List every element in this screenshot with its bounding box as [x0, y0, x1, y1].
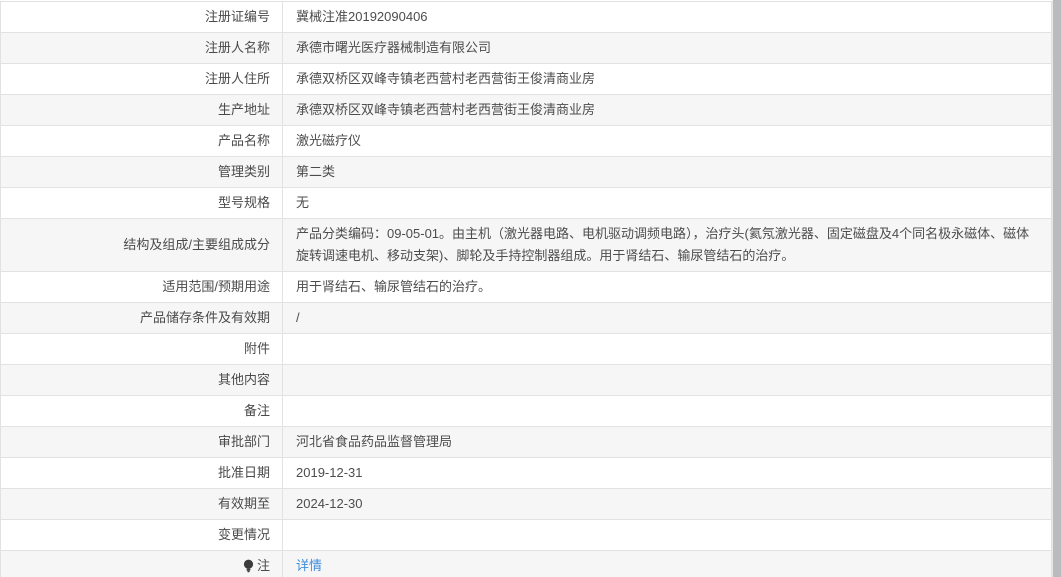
table-row: 变更情况: [1, 520, 1051, 551]
table-row-note: 注 详情: [1, 551, 1051, 577]
row-value: 河北省食品药品监督管理局: [283, 427, 1051, 457]
table-row: 注册证编号 冀械注准20192090406: [1, 2, 1051, 33]
registration-detail-page: 注册证编号 冀械注准20192090406 注册人名称 承德市曙光医疗器械制造有…: [0, 0, 1061, 577]
details-link[interactable]: 详情: [296, 555, 322, 577]
table-row: 适用范围/预期用途 用于肾结石、输尿管结石的治疗。: [1, 272, 1051, 303]
row-value: 第二类: [283, 157, 1051, 187]
row-value: /: [283, 303, 1051, 333]
row-value-text: 产品分类编码：09-05-01。由主机（激光器电路、电机驱动调频电路），治疗头(…: [296, 226, 1030, 263]
table-row: 注册人住所 承德双桥区双峰寺镇老西营村老西营街王俊清商业房: [1, 64, 1051, 95]
row-value-text: 2019-12-31: [296, 465, 363, 480]
row-value: 承德双桥区双峰寺镇老西营村老西营街王俊清商业房: [283, 64, 1051, 94]
row-label: 其他内容: [1, 365, 283, 395]
row-value: [283, 334, 1051, 364]
row-label: 注册证编号: [1, 2, 283, 32]
table-row: 审批部门 河北省食品药品监督管理局: [1, 427, 1051, 458]
row-value-text: 用于肾结石、输尿管结石的治疗。: [296, 279, 492, 294]
row-label: 批准日期: [1, 458, 283, 488]
row-value: 承德市曙光医疗器械制造有限公司: [283, 33, 1051, 63]
row-label: 注册人名称: [1, 33, 283, 63]
row-value: 2019-12-31: [283, 458, 1051, 488]
table-row: 有效期至 2024-12-30: [1, 489, 1051, 520]
registration-detail-table: 注册证编号 冀械注准20192090406 注册人名称 承德市曙光医疗器械制造有…: [0, 1, 1052, 577]
table-row: 注册人名称 承德市曙光医疗器械制造有限公司: [1, 33, 1051, 64]
row-label: 生产地址: [1, 95, 283, 125]
note-label-text: 注: [256, 558, 270, 573]
row-label: 结构及组成/主要组成成分: [1, 219, 283, 271]
row-value: 冀械注准20192090406: [283, 2, 1051, 32]
table-row: 附件: [1, 334, 1051, 365]
row-value: 产品分类编码：09-05-01。由主机（激光器电路、电机驱动调频电路），治疗头(…: [283, 219, 1051, 271]
row-value-text: 承德双桥区双峰寺镇老西营村老西营街王俊清商业房: [296, 102, 596, 117]
row-value: 2024-12-30: [283, 489, 1051, 519]
row-label: 注: [1, 551, 283, 577]
table-row: 管理类别 第二类: [1, 157, 1051, 188]
row-label: 产品储存条件及有效期: [1, 303, 283, 333]
row-label: 变更情况: [1, 520, 283, 550]
row-label: 备注: [1, 396, 283, 426]
row-value-text: 河北省食品药品监督管理局: [296, 434, 453, 449]
row-value: [283, 396, 1051, 426]
row-value-text: 承德双桥区双峰寺镇老西营村老西营街王俊清商业房: [296, 71, 596, 86]
table-row: 型号规格 无: [1, 188, 1051, 219]
row-value: 激光磁疗仪: [283, 126, 1051, 156]
row-value-text: 第二类: [296, 164, 336, 179]
row-label: 适用范围/预期用途: [1, 272, 283, 302]
row-value: [283, 520, 1051, 550]
row-value-text: /: [296, 310, 300, 325]
row-label: 管理类别: [1, 157, 283, 187]
table-row: 批准日期 2019-12-31: [1, 458, 1051, 489]
row-label: 审批部门: [1, 427, 283, 457]
row-label: 产品名称: [1, 126, 283, 156]
scrollbar[interactable]: [1052, 0, 1061, 577]
row-value: 详情: [283, 551, 1051, 577]
table-row: 备注: [1, 396, 1051, 427]
table-row: 产品储存条件及有效期 /: [1, 303, 1051, 334]
row-value: 无: [283, 188, 1051, 218]
table-row: 产品名称 激光磁疗仪: [1, 126, 1051, 157]
row-value-text: 承德市曙光医疗器械制造有限公司: [296, 40, 492, 55]
table-row: 生产地址 承德双桥区双峰寺镇老西营村老西营街王俊清商业房: [1, 95, 1051, 126]
lightbulb-icon: [242, 559, 255, 573]
row-label: 附件: [1, 334, 283, 364]
table-row: 结构及组成/主要组成成分 产品分类编码：09-05-01。由主机（激光器电路、电…: [1, 219, 1051, 272]
row-value: [283, 365, 1051, 395]
row-value-text: 激光磁疗仪: [296, 133, 362, 148]
row-value: 用于肾结石、输尿管结石的治疗。: [283, 272, 1051, 302]
row-label: 有效期至: [1, 489, 283, 519]
table-row: 其他内容: [1, 365, 1051, 396]
row-value-text: 无: [296, 195, 310, 210]
row-value: 承德双桥区双峰寺镇老西营村老西营街王俊清商业房: [283, 95, 1051, 125]
row-label: 型号规格: [1, 188, 283, 218]
row-value-text: 冀械注准20192090406: [296, 9, 428, 24]
row-value-text: 2024-12-30: [296, 496, 363, 511]
row-label: 注册人住所: [1, 64, 283, 94]
